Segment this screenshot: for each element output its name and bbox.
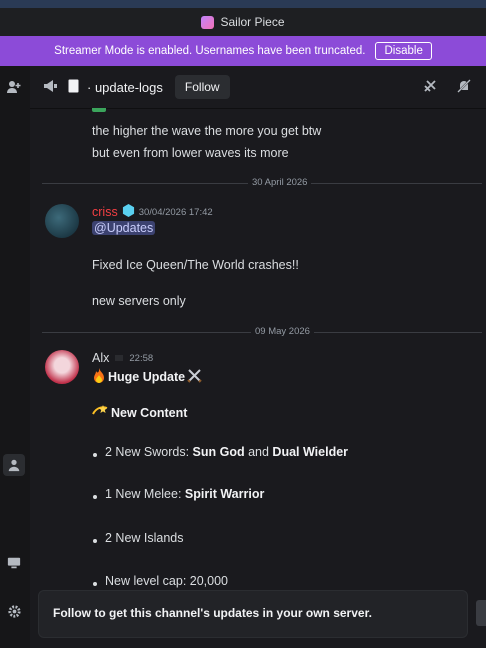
message-line: @Updates	[92, 221, 156, 235]
message-line: but even from lower waves its more	[92, 146, 289, 160]
bullet-item: 1 New Melee: Spirit Warrior	[105, 487, 264, 501]
follow-button[interactable]: Follow	[174, 75, 230, 99]
settings-gear-icon[interactable]	[3, 600, 25, 622]
message-list[interactable]: the higher the wave the more you get btw…	[30, 108, 486, 588]
mute-notifications-icon[interactable]	[456, 78, 472, 97]
window-top-strip	[0, 0, 486, 8]
date-divider-label: 09 May 2026	[251, 326, 314, 337]
message-line: Huge Update	[92, 368, 202, 386]
streamer-mode-banner: Streamer Mode is enabled. Usernames have…	[0, 36, 486, 66]
bullet-item: 2 New Islands	[105, 531, 184, 545]
date-divider-label: 30 April 2026	[248, 177, 312, 188]
message-header: criss 30/04/2026 17:42	[92, 204, 213, 220]
timestamp: 30/04/2026 17:42	[138, 206, 213, 218]
crossed-swords-icon	[187, 368, 202, 386]
screen-share-icon[interactable]	[3, 552, 25, 574]
truncated-name-mask	[115, 355, 124, 361]
role-mention[interactable]: @Updates	[92, 221, 156, 235]
threads-icon[interactable]	[422, 78, 438, 97]
message-line: new servers only	[92, 294, 186, 308]
message-line: the higher the wave the more you get btw	[92, 124, 322, 138]
server-icon	[201, 15, 215, 29]
section-heading: New Content	[111, 405, 188, 420]
left-rail	[0, 66, 30, 648]
follow-bar-button[interactable]	[476, 600, 486, 626]
channel-name: · update-logs	[87, 79, 163, 95]
dizzy-star-icon	[92, 404, 108, 421]
banner-text: Streamer Mode is enabled. Usernames have…	[54, 45, 366, 57]
add-friend-icon[interactable]	[3, 76, 25, 98]
follow-channel-bar: Follow to get this channel's updates in …	[38, 590, 468, 638]
message-header: Alx 22:58	[92, 351, 153, 365]
bullet-marker	[93, 582, 97, 586]
bullet-marker	[93, 539, 97, 543]
item-name: Sun God	[192, 445, 245, 459]
document-icon	[68, 79, 79, 96]
window-title: Sailor Piece	[220, 15, 285, 29]
bullet-marker	[93, 453, 97, 457]
bullet-text: 1 New Melee:	[105, 487, 185, 501]
bullet-item: 2 New Swords: Sun God and Dual Wielder	[105, 445, 348, 459]
message-line: New Content	[92, 404, 187, 421]
update-heading: Huge Update	[108, 370, 186, 384]
message-line: Fixed Ice Queen/The World crashes!!	[92, 258, 299, 272]
disable-button[interactable]: Disable	[375, 42, 432, 60]
bullet-text: and	[244, 445, 273, 459]
avatar[interactable]	[45, 350, 79, 384]
fire-icon	[92, 368, 106, 386]
title-bar: Sailor Piece	[0, 8, 486, 36]
avatar[interactable]	[45, 204, 79, 238]
author-name[interactable]: criss	[92, 205, 118, 219]
item-name: Dual Wielder	[272, 445, 349, 459]
members-icon[interactable]	[3, 454, 25, 476]
bullet-text: 2 New Swords:	[105, 445, 193, 459]
channel-header: · update-logs Follow	[30, 66, 486, 109]
bullet-item: New level cap: 20,000	[105, 574, 228, 588]
timestamp: 22:58	[129, 352, 154, 364]
bullet-marker	[93, 495, 97, 499]
follow-prompt-text: Follow to get this channel's updates in …	[53, 606, 372, 620]
item-name: Spirit Warrior	[184, 487, 265, 501]
author-name[interactable]: Alx	[92, 351, 109, 365]
embed-icon	[92, 108, 106, 112]
verified-badge-icon	[122, 204, 135, 220]
announcement-icon	[42, 79, 58, 96]
channel-name-text: update-logs	[94, 79, 163, 95]
